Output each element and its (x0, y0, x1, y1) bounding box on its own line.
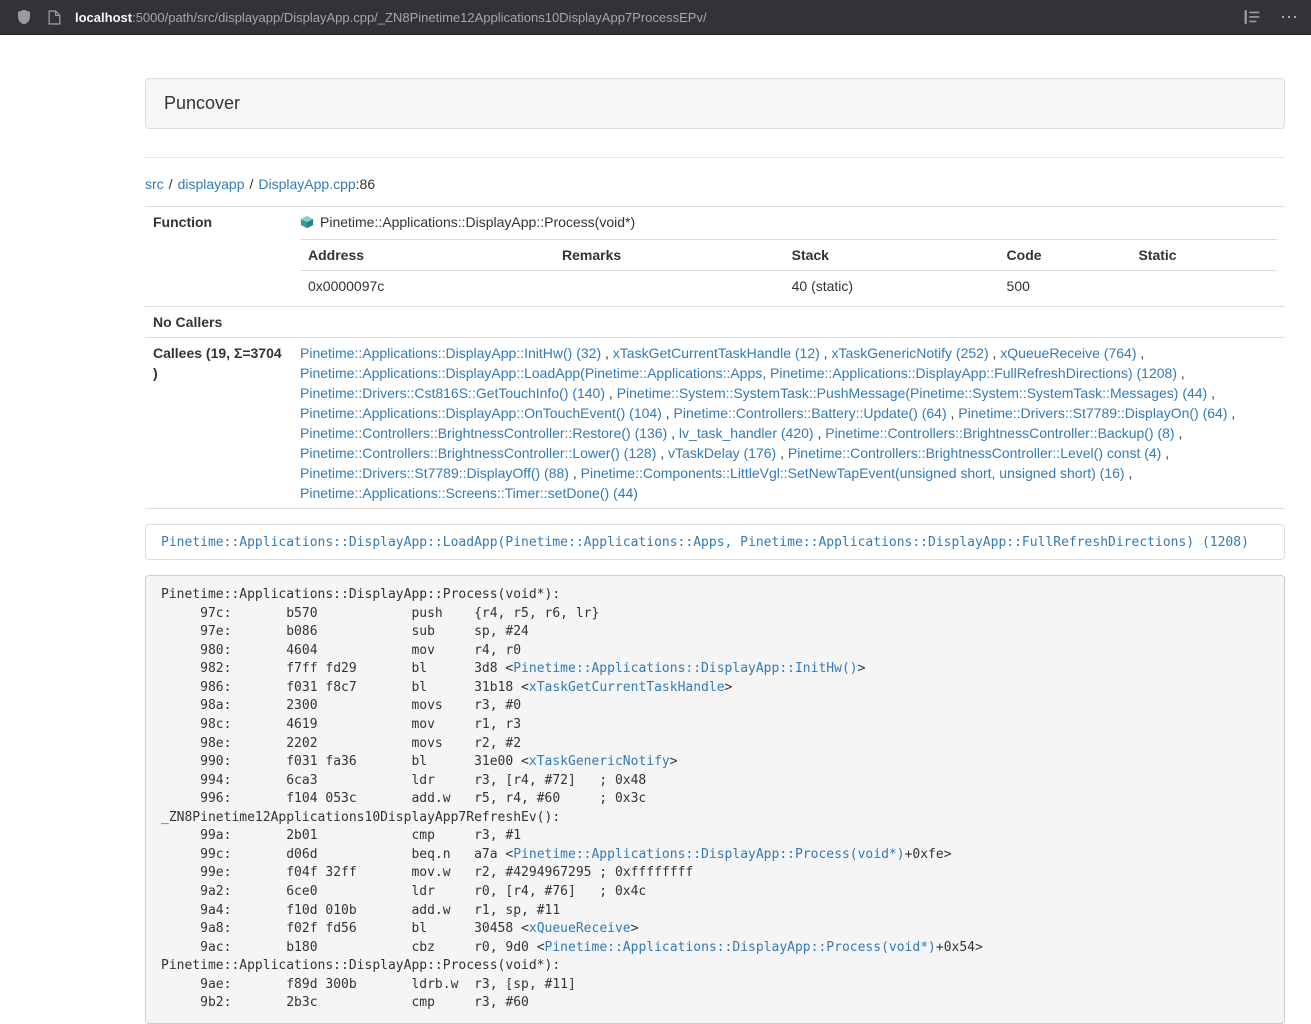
callee-separator: , (820, 345, 832, 361)
disassembly-code: Pinetime::Applications::DisplayApp::Proc… (161, 587, 983, 1010)
callees-label: Callees (19, Σ=3704 ) (145, 338, 292, 509)
callee-separator: , (1125, 465, 1133, 481)
breadcrumb: src/displayapp/DisplayApp.cpp:86 (145, 176, 1285, 192)
symbol-table: Function Pinetime::Applications::Display… (145, 206, 1285, 509)
disassembly-block: Pinetime::Applications::DisplayApp::Proc… (145, 575, 1285, 1024)
symbol-type-icon (300, 214, 314, 234)
callee-link[interactable]: Pinetime::Controllers::BrightnessControl… (788, 445, 1161, 461)
callee-link[interactable]: Pinetime::Controllers::BrightnessControl… (300, 425, 667, 441)
url-path: :5000/path/src/displayapp/DisplayApp.cpp… (132, 10, 707, 25)
asm-symbol-link[interactable]: xTaskGetCurrentTaskHandle (529, 680, 725, 695)
function-row: Function Pinetime::Applications::Display… (145, 207, 1285, 307)
breadcrumb-file[interactable]: DisplayApp.cpp (258, 176, 355, 192)
callee-separator: , (656, 445, 668, 461)
breadcrumb-separator: / (250, 176, 254, 192)
callee-separator: , (569, 465, 581, 481)
callee-separator: , (1207, 385, 1215, 401)
stats-header-row: Address Remarks Stack Code Static (300, 240, 1277, 271)
col-address: Address (300, 240, 554, 271)
callee-separator: , (989, 345, 1001, 361)
highlighted-callee-link[interactable]: Pinetime::Applications::DisplayApp::Load… (161, 535, 1249, 550)
divider (145, 157, 1285, 158)
callee-link[interactable]: lv_task_handler (420) (679, 425, 814, 441)
callee-separator: , (1136, 345, 1144, 361)
callee-separator: , (1228, 405, 1236, 421)
callee-separator: , (947, 405, 959, 421)
callee-separator: , (667, 425, 679, 441)
tracking-shield-icon[interactable] (16, 9, 32, 25)
callee-separator: , (814, 425, 826, 441)
no-callers-label: No Callers (145, 307, 292, 338)
asm-symbol-link[interactable]: Pinetime::Applications::DisplayApp::Proc… (545, 940, 936, 955)
col-code: Code (999, 240, 1131, 271)
callee-link[interactable]: Pinetime::Controllers::Battery::Update()… (674, 405, 947, 421)
stat-remarks (554, 271, 784, 302)
callee-link[interactable]: Pinetime::Applications::DisplayApp::OnTo… (300, 405, 662, 421)
callee-link[interactable]: Pinetime::Drivers::St7789::DisplayOn() (… (958, 405, 1227, 421)
toolbar-actions: ⋯ (1244, 8, 1299, 26)
breadcrumb-displayapp[interactable]: displayapp (178, 176, 245, 192)
callee-link[interactable]: xTaskGetCurrentTaskHandle (12) (613, 345, 820, 361)
function-name-line: Pinetime::Applications::DisplayApp::Proc… (300, 212, 1277, 234)
callee-link[interactable]: xQueueReceive (764) (1000, 345, 1136, 361)
stat-code: 500 (999, 271, 1131, 302)
callee-link[interactable]: Pinetime::System::SystemTask::PushMessag… (617, 385, 1208, 401)
function-label: Function (145, 207, 292, 307)
callee-link[interactable]: Pinetime::Controllers::BrightnessControl… (825, 425, 1174, 441)
app-title: Puncover (164, 93, 240, 113)
page-info-icon[interactable] (48, 10, 61, 25)
callee-separator: , (1175, 425, 1183, 441)
callee-separator: , (601, 345, 613, 361)
col-remarks: Remarks (554, 240, 784, 271)
url-host: localhost (75, 10, 132, 25)
page-content: Puncover src/displayapp/DisplayApp.cpp:8… (145, 78, 1285, 1024)
col-static: Static (1130, 240, 1277, 271)
callee-link[interactable]: Pinetime::Applications::Screens::Timer::… (300, 485, 638, 501)
app-title-panel: Puncover (145, 78, 1285, 129)
no-callers-row: No Callers (145, 307, 1285, 338)
stats-value-row: 0x0000097c 40 (static) 500 (300, 271, 1277, 302)
breadcrumb-src[interactable]: src (145, 176, 164, 192)
url-bar[interactable]: localhost:5000/path/src/displayapp/Displ… (75, 10, 1244, 25)
function-name: Pinetime::Applications::DisplayApp::Proc… (320, 214, 635, 230)
callees-list: Pinetime::Applications::DisplayApp::Init… (300, 343, 1277, 503)
callee-link[interactable]: xTaskGenericNotify (252) (831, 345, 988, 361)
col-stack: Stack (784, 240, 999, 271)
asm-symbol-link[interactable]: xQueueReceive (529, 921, 631, 936)
callee-link[interactable]: Pinetime::Applications::DisplayApp::Init… (300, 345, 601, 361)
callee-link[interactable]: vTaskDelay (176) (668, 445, 776, 461)
highlighted-callee-panel: Pinetime::Applications::DisplayApp::Load… (145, 524, 1285, 560)
reader-view-icon[interactable] (1244, 10, 1260, 24)
callees-row: Callees (19, Σ=3704 ) Pinetime::Applicat… (145, 338, 1285, 509)
stat-static (1130, 271, 1277, 302)
browser-toolbar: localhost:5000/path/src/displayapp/Displ… (0, 0, 1311, 35)
stat-stack: 40 (static) (784, 271, 999, 302)
callee-separator: , (662, 405, 674, 421)
stat-address: 0x0000097c (300, 271, 554, 302)
breadcrumb-line-number: :86 (356, 176, 375, 192)
callee-separator: , (1177, 365, 1185, 381)
callee-separator: , (776, 445, 788, 461)
callee-separator: , (605, 385, 617, 401)
asm-symbol-link[interactable]: Pinetime::Applications::DisplayApp::Proc… (513, 847, 904, 862)
callee-link[interactable]: Pinetime::Applications::DisplayApp::Load… (300, 365, 1177, 381)
callee-link[interactable]: Pinetime::Drivers::St7789::DisplayOff() … (300, 465, 569, 481)
more-menu-icon[interactable]: ⋯ (1280, 8, 1299, 26)
breadcrumb-separator: / (169, 176, 173, 192)
callee-separator: , (1161, 445, 1169, 461)
callee-link[interactable]: Pinetime::Controllers::BrightnessControl… (300, 445, 656, 461)
callee-link[interactable]: Pinetime::Components::LittleVgl::SetNewT… (581, 465, 1125, 481)
stats-table: Address Remarks Stack Code Static 0x0000… (300, 239, 1277, 301)
callee-link[interactable]: Pinetime::Drivers::Cst816S::GetTouchInfo… (300, 385, 605, 401)
asm-symbol-link[interactable]: xTaskGenericNotify (529, 754, 670, 769)
asm-symbol-link[interactable]: Pinetime::Applications::DisplayApp::Init… (513, 661, 857, 676)
